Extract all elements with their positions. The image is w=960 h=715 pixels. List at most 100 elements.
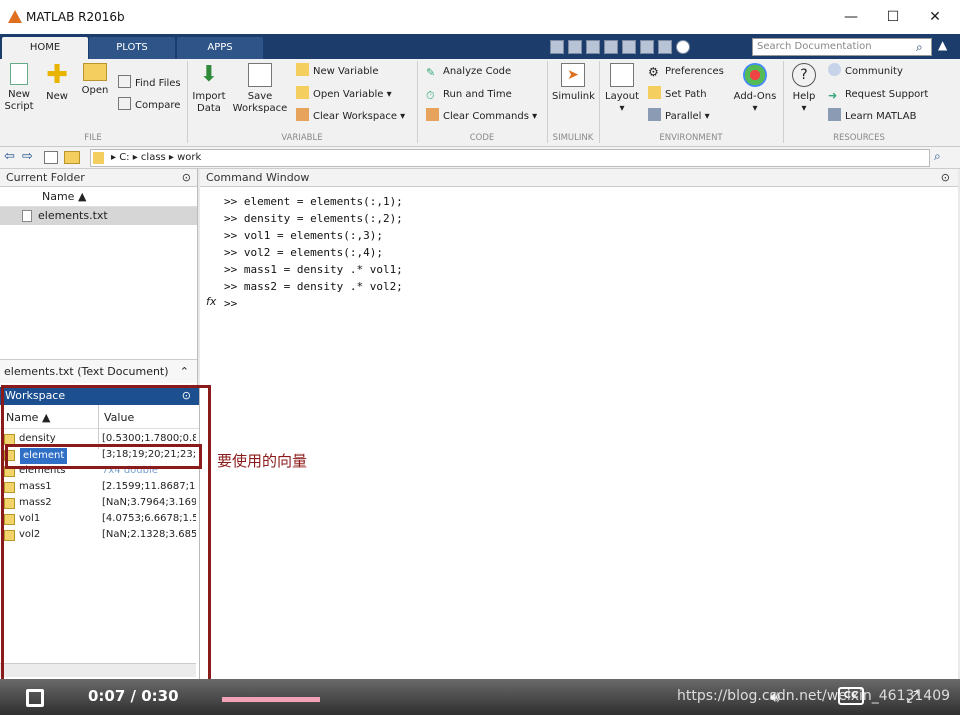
name-column-header[interactable]: Name ▲: [0, 187, 197, 207]
panel-menu-icon[interactable]: ⊙: [941, 169, 950, 187]
paste-icon[interactable]: [604, 40, 618, 54]
file-name: elements.txt: [38, 209, 108, 222]
find-files-button[interactable]: Find Files: [118, 75, 181, 93]
file-row[interactable]: elements.txt: [0, 207, 197, 225]
title-bar: MATLAB R2016b — ☐ ✕: [0, 0, 960, 34]
text-file-icon: [22, 210, 32, 222]
folder-icon: [93, 152, 104, 164]
layout-icon: [610, 63, 634, 87]
fx-function-browser-icon[interactable]: fx: [206, 295, 216, 308]
section-label-variable: VARIABLE: [281, 133, 323, 143]
command-line: >> mass2 = density .* vol2;: [224, 280, 403, 293]
tab-plots[interactable]: PLOTS: [89, 37, 175, 59]
forward-arrow-icon[interactable]: ⇨: [22, 149, 33, 164]
section-label-simulink: SIMULINK: [552, 133, 594, 143]
command-line: >> density = elements(:,2);: [224, 212, 403, 225]
video-progress-bar[interactable]: [222, 697, 320, 702]
add-ons-label: Add-Ons: [733, 91, 777, 102]
request-support-icon: ➜: [828, 89, 838, 102]
preferences-button[interactable]: ⚙ Preferences: [648, 63, 724, 81]
redo-icon[interactable]: [640, 40, 654, 54]
command-prompt[interactable]: >>: [224, 295, 403, 312]
clear-workspace-button[interactable]: Clear Workspace ▾: [296, 108, 405, 126]
pause-icon[interactable]: [26, 689, 44, 707]
clear-commands-button[interactable]: Clear Commands ▾: [426, 108, 537, 126]
save-icon[interactable]: [550, 40, 564, 54]
chevron-up-icon[interactable]: ⌃: [180, 360, 189, 384]
file-details-bar[interactable]: elements.txt (Text Document) ⌃: [0, 359, 197, 383]
import-data-button[interactable]: ⬇ Import Data: [192, 63, 226, 115]
learn-matlab-icon: [828, 108, 841, 121]
annotation-text: 要使用的向量: [217, 452, 308, 470]
search-icon[interactable]: ⌕: [916, 40, 923, 55]
browse-folder-icon[interactable]: [64, 151, 80, 164]
tab-apps[interactable]: APPS: [177, 37, 263, 59]
find-files-label: Find Files: [135, 78, 181, 89]
switch-windows-icon[interactable]: [658, 40, 672, 54]
ribbon-divider: [783, 61, 784, 143]
layout-button[interactable]: Layout ▾: [604, 63, 640, 115]
address-bar: ⇦ ⇨ ▸ C: ▸ class ▸ work ⌕: [0, 147, 960, 169]
back-arrow-icon[interactable]: ⇦: [4, 149, 15, 164]
add-ons-button[interactable]: Add-Ons ▾: [732, 63, 778, 115]
import-data-icon: ⬇: [199, 62, 219, 87]
new-variable-label: New Variable: [313, 66, 379, 77]
cut-icon[interactable]: [568, 40, 582, 54]
simulink-icon: ➤: [561, 63, 585, 87]
parallel-button[interactable]: Parallel ▾: [648, 108, 710, 126]
open-variable-icon: [296, 86, 309, 99]
ribbon-divider: [187, 61, 188, 143]
maximize-button[interactable]: ☐: [878, 6, 908, 28]
save-workspace-button[interactable]: Save Workspace: [232, 63, 288, 115]
folder-icon: [83, 63, 107, 81]
current-folder-header: Current Folder ⊙: [0, 169, 197, 187]
save-workspace-label: Save Workspace: [232, 91, 288, 114]
panel-menu-icon[interactable]: ⊙: [182, 169, 191, 187]
section-label-resources: RESOURCES: [833, 133, 885, 143]
help-icon[interactable]: [676, 40, 690, 54]
current-folder-panel: Current Folder ⊙ Name ▲ elements.txt elem…: [0, 169, 198, 387]
command-window[interactable]: Command Window ⊙ >> element = elements(:,…: [200, 169, 958, 679]
search-documentation-input[interactable]: Search Documentation: [752, 38, 932, 56]
new-label: New: [46, 91, 68, 102]
undo-icon[interactable]: [622, 40, 636, 54]
new-variable-button[interactable]: New Variable: [296, 63, 378, 81]
close-button[interactable]: ✕: [920, 6, 950, 28]
new-script-button[interactable]: New Script: [4, 63, 34, 113]
clear-workspace-label: Clear Workspace: [313, 111, 397, 122]
search-icon[interactable]: ⌕: [934, 149, 941, 164]
collapse-ribbon-icon[interactable]: ▲: [938, 38, 947, 52]
new-button[interactable]: ✚ New: [42, 62, 72, 103]
command-line: >> mass1 = density .* vol1;: [224, 263, 403, 276]
open-button[interactable]: Open: [80, 63, 110, 97]
ribbon-divider: [599, 61, 600, 143]
tab-home[interactable]: HOME: [2, 37, 88, 59]
simulink-button[interactable]: ➤ Simulink: [552, 63, 595, 103]
quick-access-toolbar: [548, 38, 748, 56]
save-workspace-icon: [248, 63, 272, 87]
video-time: 0:07 / 0:30: [88, 687, 179, 705]
current-path-field[interactable]: ▸ C: ▸ class ▸ work: [90, 149, 930, 167]
set-path-button[interactable]: Set Path: [648, 86, 707, 104]
compare-icon: [118, 97, 131, 110]
copy-icon[interactable]: [586, 40, 600, 54]
request-support-button[interactable]: ➜ Request Support: [828, 86, 928, 104]
learn-matlab-button[interactable]: Learn MATLAB: [828, 108, 916, 126]
open-variable-button[interactable]: Open Variable ▾: [296, 86, 392, 104]
analyze-code-button[interactable]: ✎ Analyze Code: [426, 63, 511, 81]
open-label: Open: [81, 85, 109, 96]
run-and-time-icon: ⏱: [426, 89, 435, 102]
minimize-button[interactable]: —: [836, 6, 866, 28]
section-label-file: FILE: [84, 133, 102, 143]
up-folder-icon[interactable]: [44, 151, 58, 164]
parallel-icon: [648, 108, 661, 121]
compare-button[interactable]: Compare: [118, 97, 180, 115]
help-icon: ?: [792, 63, 816, 87]
command-window-header: Command Window ⊙: [200, 169, 958, 187]
run-and-time-button[interactable]: ⏱ Run and Time: [426, 86, 512, 104]
community-button[interactable]: Community: [828, 63, 903, 81]
element-row-highlight-box: [5, 444, 202, 469]
help-button[interactable]: ? Help ▾: [790, 63, 818, 115]
watermark-text: https://blog.csdn.net/weixin_46131409: [677, 688, 951, 704]
clear-commands-label: Clear Commands: [443, 111, 529, 122]
